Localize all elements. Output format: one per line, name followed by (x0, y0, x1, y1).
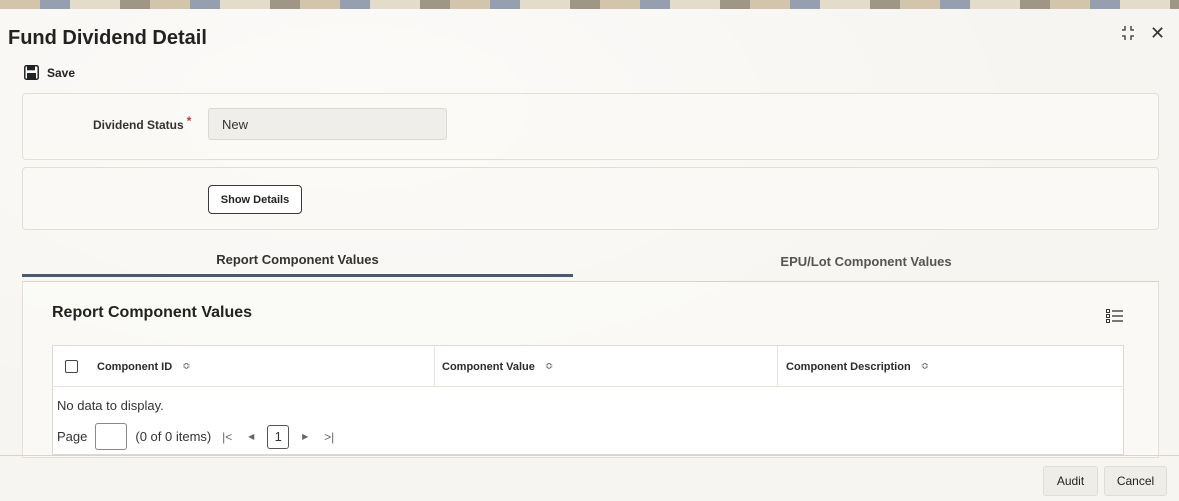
previous-page-icon[interactable]: ◀ (243, 432, 259, 441)
column-header-component-value[interactable]: Component Value ≎ (434, 346, 777, 387)
tab-epu-lot-component-values[interactable]: EPU/Lot Component Values (573, 245, 1159, 277)
pagination: Page (0 of 0 items) |< ◀ 1 ▶ >| (57, 423, 337, 450)
first-page-icon[interactable]: |< (219, 430, 235, 444)
sort-icon: ≎ (544, 361, 554, 372)
save-button[interactable]: Save (24, 65, 75, 80)
sort-icon: ≎ (182, 361, 191, 372)
grid-panel: Report Component Values Component ID ≎ Co… (22, 281, 1159, 458)
grid-title: Report Component Values (52, 304, 253, 321)
status-panel: Dividend Status * New (22, 93, 1159, 160)
page-label: Page (57, 429, 88, 444)
collapse-icon[interactable] (1121, 25, 1135, 41)
column-header-component-description[interactable]: Component Description ≎ (777, 346, 1123, 387)
table-header: Component ID ≎ Component Value ≎ Component… (53, 346, 1123, 387)
column-header-component-id[interactable]: Component ID ≎ (97, 346, 434, 387)
footer-divider (0, 455, 1179, 456)
close-icon[interactable]: ✕ (1150, 23, 1165, 44)
sort-icon: ≎ (920, 361, 930, 372)
component-table: Component ID ≎ Component Value ≎ Component… (52, 345, 1124, 455)
cancel-button[interactable]: Cancel (1104, 466, 1167, 496)
items-count: (0 of 0 items) (135, 429, 212, 444)
last-page-icon[interactable]: >| (321, 430, 337, 444)
page-number-input[interactable] (95, 423, 128, 450)
current-page[interactable]: 1 (267, 424, 290, 449)
dividend-status-label: Dividend Status * (93, 114, 192, 132)
required-marker: * (186, 114, 192, 128)
dividend-status-field[interactable]: New (208, 108, 447, 140)
window-top-decoration (0, 0, 1179, 9)
window-title: Fund Dividend Detail (8, 27, 207, 49)
audit-button[interactable]: Audit (1043, 466, 1098, 496)
select-all-checkbox[interactable] (65, 360, 78, 373)
empty-message: No data to display. (57, 398, 164, 413)
column-settings-icon[interactable] (1106, 309, 1123, 324)
show-details-button[interactable]: Show Details (208, 185, 302, 214)
tab-bar: Report Component Values EPU/Lot Componen… (22, 245, 1159, 277)
save-label: Save (47, 65, 76, 80)
save-icon (24, 65, 39, 80)
details-panel: Show Details (22, 167, 1159, 230)
next-page-icon[interactable]: ▶ (297, 432, 313, 441)
tab-report-component-values[interactable]: Report Component Values (22, 245, 573, 277)
